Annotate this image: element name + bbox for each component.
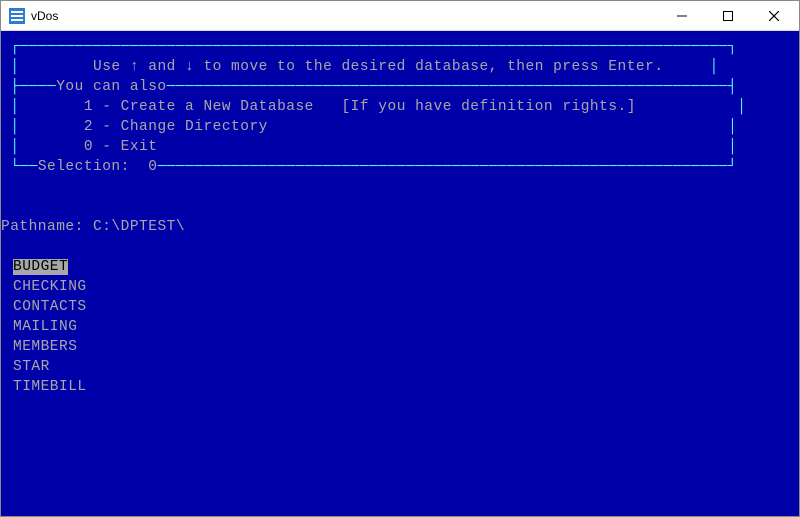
pathname-line: Pathname: C:\DPTEST\ bbox=[1, 217, 799, 237]
database-item[interactable]: CHECKING bbox=[13, 277, 799, 297]
app-window: vDos ┌──────────────────────────────────… bbox=[0, 0, 800, 517]
box-bottom: └──Selection: 0─────────────────────────… bbox=[1, 157, 799, 177]
database-item[interactable]: STAR bbox=[13, 357, 799, 377]
titlebar: vDos bbox=[1, 1, 799, 31]
database-item[interactable]: CONTACTS bbox=[13, 297, 799, 317]
pathname-value: C:\DPTEST\ bbox=[93, 219, 185, 235]
option-row-3[interactable]: │ 0 - Exit │ bbox=[1, 137, 799, 157]
blank-2 bbox=[1, 197, 799, 217]
database-item[interactable]: TIMEBILL bbox=[13, 377, 799, 397]
box-sep: ├────You can also───────────────────────… bbox=[1, 77, 799, 97]
blank-3 bbox=[1, 237, 799, 257]
minimize-button[interactable] bbox=[659, 1, 705, 31]
maximize-button[interactable] bbox=[705, 1, 751, 31]
window-title: vDos bbox=[31, 9, 58, 23]
option-row-1[interactable]: │ 1 - Create a New Database [If you have… bbox=[1, 97, 799, 117]
box-top: ┌───────────────────────────────────────… bbox=[1, 37, 799, 57]
app-icon bbox=[9, 8, 25, 24]
close-button[interactable] bbox=[751, 1, 797, 31]
blank-1 bbox=[1, 177, 799, 197]
database-item[interactable]: MAILING bbox=[13, 317, 799, 337]
dos-screen: ┌───────────────────────────────────────… bbox=[1, 31, 799, 516]
database-item[interactable]: BUDGET bbox=[13, 257, 799, 277]
database-list[interactable]: BUDGET CHECKINGCONTACTSMAILINGMEMBERSSTA… bbox=[13, 257, 799, 397]
option-row-2[interactable]: │ 2 - Change Directory │ bbox=[1, 117, 799, 137]
database-item[interactable]: MEMBERS bbox=[13, 337, 799, 357]
instruction-line: │ Use ↑ and ↓ to move to the desired dat… bbox=[1, 57, 799, 77]
